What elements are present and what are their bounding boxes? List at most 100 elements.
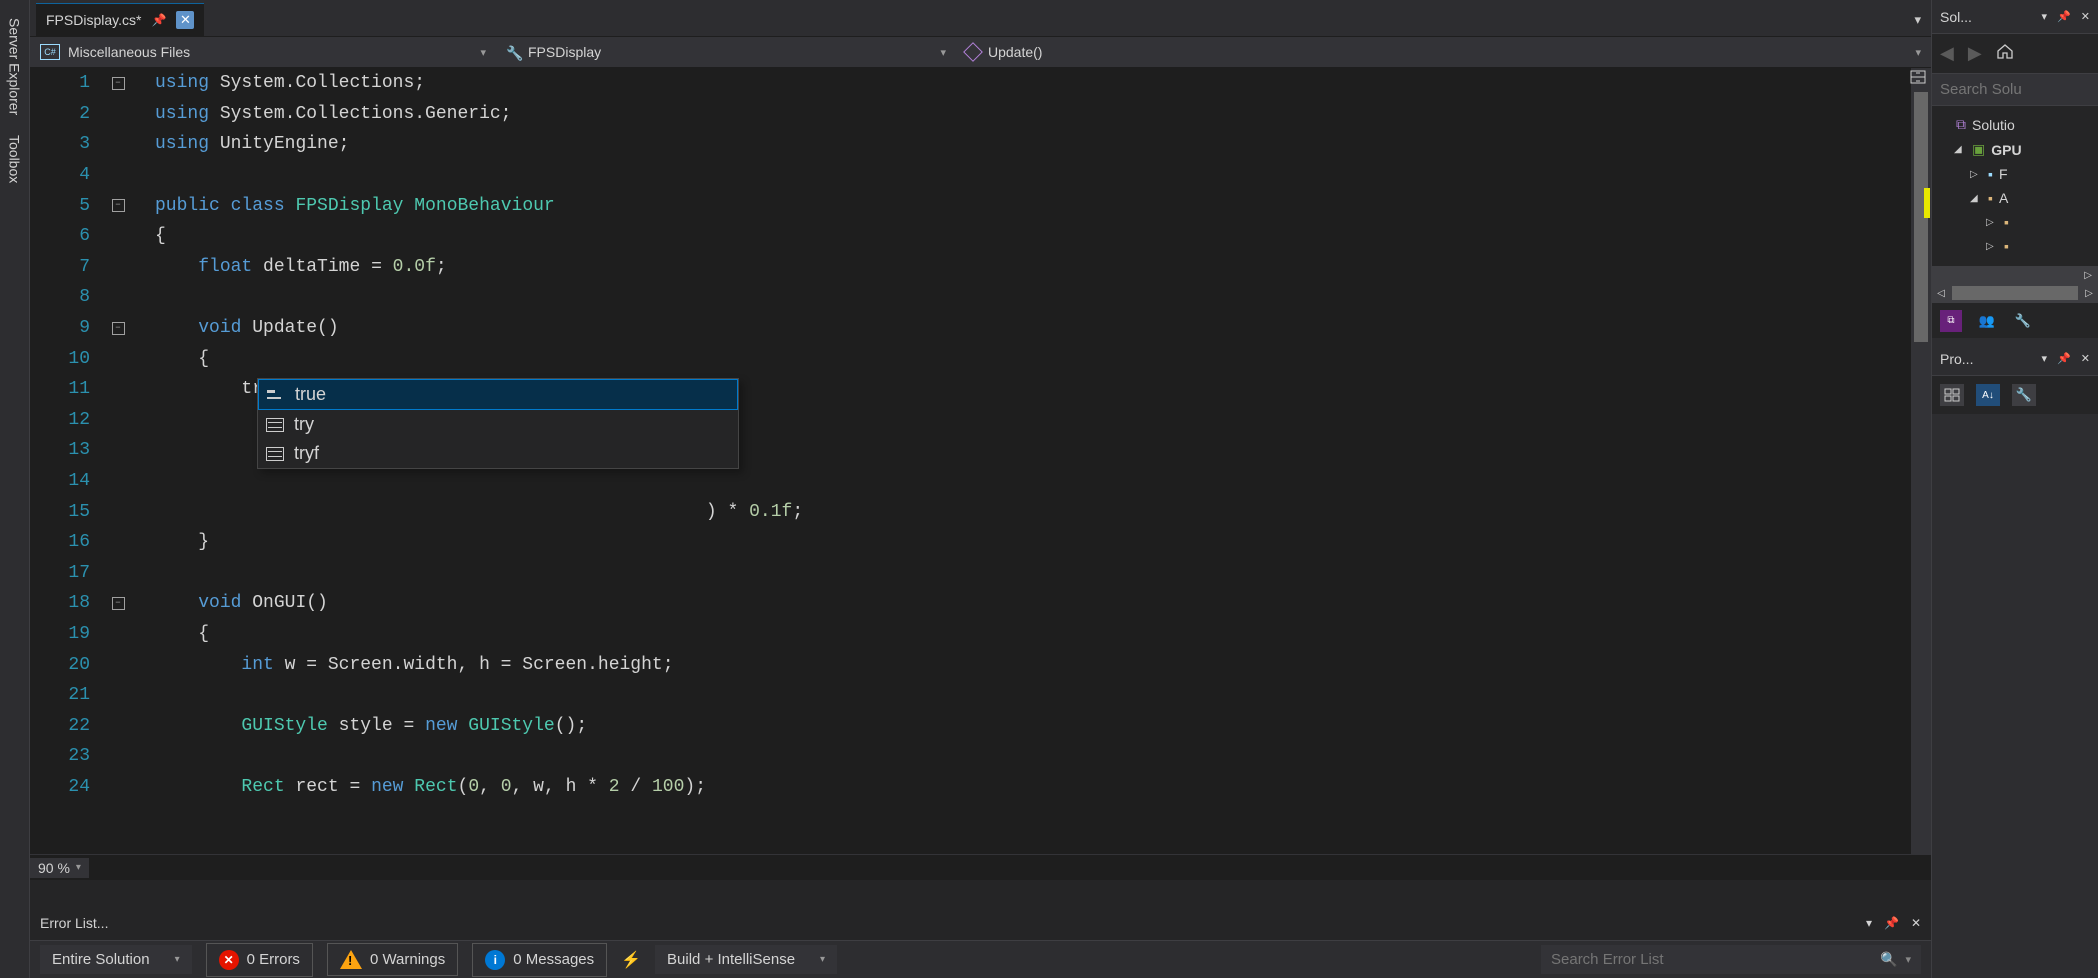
pin-icon[interactable]: 📌 <box>2057 10 2071 23</box>
nav-scope-dropdown[interactable]: C# Miscellaneous Files ▾ <box>30 37 496 67</box>
categorized-button[interactable] <box>1940 384 1964 406</box>
code-line[interactable]: ) * 0.1f; <box>155 496 1911 527</box>
team-icon[interactable]: 👥 <box>1976 310 1998 332</box>
code-line[interactable]: float deltaTime = 0.0f; <box>155 252 1911 283</box>
toolbox-tab[interactable]: Toolbox <box>7 125 23 193</box>
tree-horizontal-scrollbar[interactable]: ◁ ▷ <box>1932 284 2098 302</box>
search-dropdown-icon[interactable]: ▾ <box>1905 953 1911 966</box>
intellisense-item[interactable]: tryf <box>258 439 738 468</box>
tree-item[interactable]: ◢▣GPU <box>1938 137 2098 162</box>
intellisense-popup[interactable]: truetry tryf <box>257 378 739 469</box>
fold-column: − <box>108 77 128 90</box>
error-search-input[interactable] <box>1551 951 1872 968</box>
fold-toggle[interactable]: − <box>112 199 125 212</box>
alphabetical-button[interactable]: A↓ <box>1976 384 2000 406</box>
error-search-box[interactable]: 🔍 ▾ <box>1541 945 1921 974</box>
panel-menu-icon[interactable]: ▾ <box>2042 10 2048 23</box>
close-tab-button[interactable]: ✕ <box>176 11 194 29</box>
tree-item[interactable]: ◢▪A <box>1938 186 2098 210</box>
scroll-right-button[interactable]: ▷ <box>2080 288 2098 299</box>
gutter-row: 5− <box>30 190 155 221</box>
code-line[interactable]: public class FPSDisplay MonoBehaviour <box>155 190 1911 221</box>
code-line[interactable] <box>155 558 1911 589</box>
tree-arrow-icon[interactable]: ◢ <box>1970 193 1982 204</box>
fold-toggle[interactable]: − <box>112 597 125 610</box>
tree-arrow-icon[interactable]: ▷ <box>1986 241 1998 252</box>
code-line[interactable]: { <box>155 619 1911 650</box>
search-icon[interactable]: 🔍 <box>1880 951 1897 968</box>
solution-search-input[interactable] <box>1940 81 2098 98</box>
warnings-filter-button[interactable]: ! 0 Warnings <box>327 943 458 976</box>
code-line[interactable] <box>155 282 1911 313</box>
tree-item[interactable]: ⧉Solutio <box>1938 112 2098 137</box>
server-explorer-tab[interactable]: Server Explorer <box>7 8 23 125</box>
pin-icon[interactable]: 📌 <box>2057 352 2071 365</box>
code-line[interactable]: { <box>155 221 1911 252</box>
intellisense-label: tryf <box>294 443 319 464</box>
code-line[interactable]: using UnityEngine; <box>155 129 1911 160</box>
code-editor[interactable]: 1−2345−6789−101112131415161718−192021222… <box>30 68 1931 854</box>
code-area[interactable]: using System.Collections;using System.Co… <box>155 68 1911 854</box>
properties-wrench-button[interactable]: 🔧 <box>2012 384 2036 406</box>
intellisense-item[interactable]: try <box>258 410 738 439</box>
scroll-left-button[interactable]: ◁ <box>1932 288 1950 299</box>
code-line[interactable]: using System.Collections; <box>155 68 1911 99</box>
nav-class-dropdown[interactable]: 🔧 FPSDisplay ▾ <box>496 37 956 67</box>
forward-button[interactable]: ▶ <box>1968 43 1982 64</box>
nav-member-dropdown[interactable]: Update() ▾ <box>956 37 1931 67</box>
tree-scroll-right[interactable]: ▷ <box>1932 266 2098 284</box>
scroll-thumb[interactable] <box>1952 286 2078 300</box>
close-icon[interactable]: ✕ <box>2081 352 2090 365</box>
code-line[interactable]: int w = Screen.width, h = Screen.height; <box>155 649 1911 680</box>
line-number: 8 <box>38 287 108 307</box>
gutter-row: 9− <box>30 313 155 344</box>
zoom-dropdown[interactable]: 90 % ▾ <box>30 858 89 878</box>
code-line[interactable] <box>155 160 1911 191</box>
tree-arrow-icon[interactable]: ◢ <box>1954 144 1966 155</box>
code-line[interactable] <box>155 741 1911 772</box>
tree-arrow-icon[interactable]: ▷ <box>1970 169 1982 180</box>
clear-filter-icon[interactable]: ⚡ <box>621 950 641 970</box>
fold-toggle[interactable]: − <box>112 322 125 335</box>
code-token: 0 <box>501 777 512 797</box>
home-button[interactable] <box>1996 43 2014 64</box>
document-tab[interactable]: FPSDisplay.cs* 📌 ✕ <box>36 3 204 36</box>
error-scope-dropdown[interactable]: Entire Solution ▾ <box>40 945 192 974</box>
nav-class-label: FPSDisplay <box>528 44 601 60</box>
vs-icon[interactable]: ⧉ <box>1940 310 1962 332</box>
back-button[interactable]: ◀ <box>1940 43 1954 64</box>
panel-menu-icon[interactable]: ▾ <box>2042 352 2048 365</box>
tree-item[interactable]: ▷▪ <box>1938 210 2098 234</box>
code-token: void <box>198 318 241 338</box>
code-line[interactable]: Rect rect = new Rect(0, 0, w, h * 2 / 10… <box>155 772 1911 803</box>
code-line[interactable]: GUIStyle style = new GUIStyle(); <box>155 710 1911 741</box>
code-line[interactable] <box>155 466 1911 497</box>
code-line[interactable]: } <box>155 527 1911 558</box>
code-line[interactable]: void OnGUI() <box>155 588 1911 619</box>
messages-filter-button[interactable]: i 0 Messages <box>472 943 607 977</box>
pin-icon[interactable]: 📌 <box>1884 916 1899 930</box>
fold-toggle[interactable]: − <box>112 77 125 90</box>
pin-icon[interactable]: 📌 <box>151 13 166 27</box>
code-line[interactable] <box>155 680 1911 711</box>
code-line[interactable]: { <box>155 343 1911 374</box>
tab-overflow-menu[interactable]: ▾ <box>1914 12 1921 28</box>
close-icon[interactable]: ✕ <box>1911 916 1921 930</box>
error-source-dropdown[interactable]: Build + IntelliSense ▾ <box>655 945 837 974</box>
close-icon[interactable]: ✕ <box>2081 10 2090 23</box>
solution-tree[interactable]: ⧉Solutio◢▣GPU▷▪F◢▪A▷▪▷▪ <box>1932 106 2098 266</box>
solution-search-box[interactable]: 🔍 <box>1932 74 2098 106</box>
code-token: { <box>198 624 209 644</box>
panel-menu-icon[interactable]: ▾ <box>1866 916 1872 930</box>
tree-item[interactable]: ▷▪ <box>1938 234 2098 258</box>
tree-item[interactable]: ▷▪F <box>1938 162 2098 186</box>
wrench-icon[interactable]: 🔧 <box>2012 310 2034 332</box>
intellisense-item[interactable]: true <box>258 379 738 410</box>
vertical-scrollbar[interactable] <box>1911 68 1931 854</box>
tree-arrow-icon[interactable]: ▷ <box>1986 217 1998 228</box>
code-line[interactable]: void Update() <box>155 313 1911 344</box>
split-editor-icon[interactable] <box>1907 66 1929 88</box>
class-icon: 🔧 <box>506 45 520 59</box>
code-line[interactable]: using System.Collections.Generic; <box>155 99 1911 130</box>
errors-filter-button[interactable]: ✕ 0 Errors <box>206 943 313 977</box>
